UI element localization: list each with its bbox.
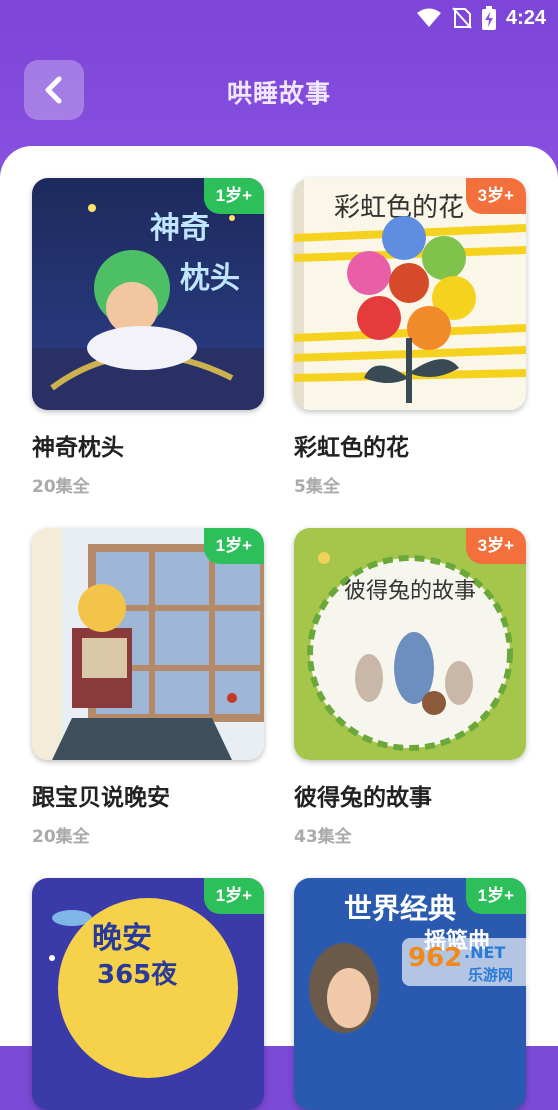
age-badge: 1岁+	[203, 528, 264, 564]
episode-count: 43集全	[294, 827, 352, 847]
no-sim-icon	[452, 7, 472, 29]
episode-count: 20集全	[32, 477, 90, 497]
svg-text:.NET: .NET	[464, 943, 505, 962]
story-grid-panel: 神奇 枕头 1岁+ 神奇枕头 20集全 彩虹色的花 3岁+ 彩虹色的花 5集全 …	[0, 146, 558, 1110]
age-badge: 3岁+	[465, 178, 526, 214]
svg-text:彼得兔的故事: 彼得兔的故事	[344, 579, 476, 604]
svg-text:神奇: 神奇	[150, 211, 210, 246]
episode-count: 5集全	[294, 477, 340, 497]
svg-text:世界经典: 世界经典	[344, 892, 456, 925]
svg-text:962: 962	[408, 943, 462, 973]
story-cover[interactable]: 晚安 365夜 1岁+	[32, 878, 264, 1110]
status-bar: 4:24	[0, 0, 558, 40]
svg-text:乐游网: 乐游网	[468, 966, 513, 984]
story-title: 彩虹色的花	[294, 435, 409, 461]
story-cover[interactable]: 神奇 枕头 1岁+	[32, 178, 264, 410]
story-title: 神奇枕头	[32, 435, 124, 461]
page-title: 哄睡故事	[226, 79, 331, 108]
age-badge: 3岁+	[465, 528, 526, 564]
episode-count: 20集全	[32, 827, 90, 847]
svg-text:晚安: 晚安	[92, 921, 152, 956]
story-title: 跟宝贝说晚安	[32, 785, 170, 811]
story-cover[interactable]: 世界经典 摇篮曲 1岁+	[294, 878, 526, 1110]
story-cover[interactable]: 1岁+	[32, 528, 264, 760]
story-title: 彼得兔的故事	[294, 785, 432, 811]
header: 哄睡故事	[0, 60, 558, 124]
story-cover[interactable]: 彼得兔的故事 3岁+	[294, 528, 526, 760]
svg-text:365夜: 365夜	[97, 959, 178, 990]
site-watermark-logo: 962 .NET 乐游网	[402, 938, 548, 986]
age-badge: 1岁+	[203, 878, 264, 914]
wifi-icon	[416, 8, 441, 27]
svg-text:枕头: 枕头	[180, 261, 240, 296]
battery-charging-icon	[481, 6, 496, 30]
age-badge: 1岁+	[465, 878, 526, 914]
age-badge: 1岁+	[203, 178, 264, 214]
story-cover[interactable]: 彩虹色的花 3岁+	[294, 178, 526, 410]
status-time: 4:24	[505, 6, 546, 29]
